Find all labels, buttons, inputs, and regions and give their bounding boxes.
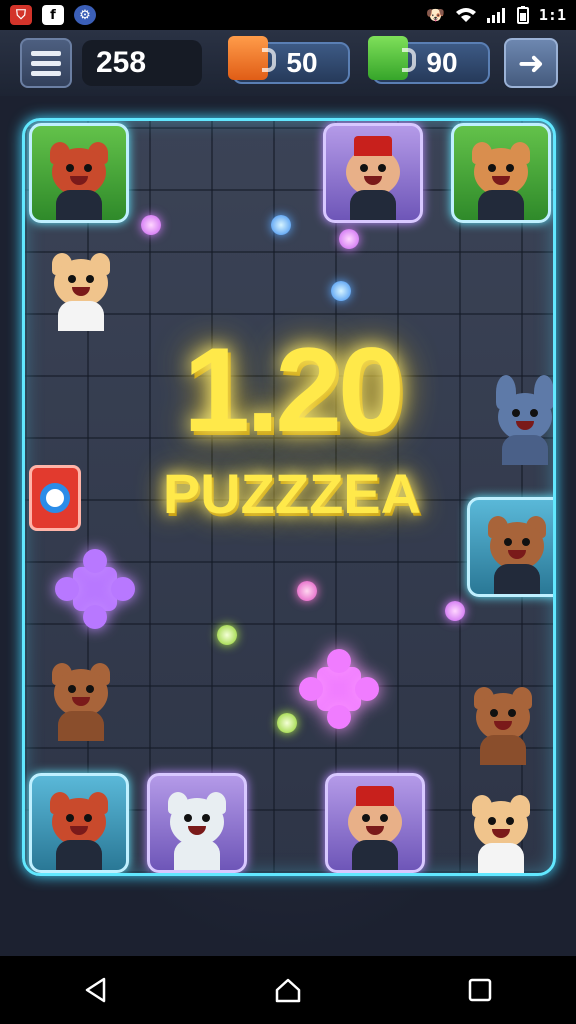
orb[interactable] bbox=[297, 581, 317, 601]
facebook-icon: f bbox=[42, 5, 64, 25]
nav-home-button[interactable] bbox=[264, 966, 312, 1014]
back-arrow-icon: ➜ bbox=[517, 44, 545, 82]
navigation-bar bbox=[0, 956, 576, 1024]
orb[interactable] bbox=[217, 625, 237, 645]
score-display: 258 bbox=[82, 40, 202, 86]
character-cream-cat[interactable] bbox=[451, 773, 551, 873]
character-blue-rabbit[interactable] bbox=[475, 365, 553, 465]
character-tile-fez-man[interactable] bbox=[323, 123, 423, 223]
wifi-icon bbox=[455, 8, 476, 22]
status-bar: ⛉ f ⚙ 🐶 1:1 bbox=[0, 0, 576, 30]
battery-icon bbox=[516, 6, 529, 24]
back-button[interactable]: ➜ bbox=[504, 38, 558, 88]
powerup-item[interactable] bbox=[29, 465, 81, 531]
app-icon: ⚙ bbox=[74, 5, 96, 25]
jigsaw-piece[interactable] bbox=[55, 549, 135, 629]
orange-cup-icon bbox=[228, 36, 276, 80]
signal-icon bbox=[486, 8, 505, 23]
jigsaw-piece[interactable] bbox=[299, 649, 379, 729]
character-cream-dog[interactable] bbox=[31, 231, 131, 331]
nav-home-icon bbox=[275, 978, 301, 1003]
nav-recents-icon bbox=[468, 978, 492, 1002]
hamburger-icon bbox=[31, 50, 61, 56]
game-area: 1.20 PUZZZEA bbox=[0, 96, 576, 956]
character-tile-torch-bear[interactable] bbox=[467, 497, 553, 597]
menu-button[interactable] bbox=[20, 38, 72, 88]
character-tile-tan-bear[interactable] bbox=[451, 123, 551, 223]
nav-back-button[interactable] bbox=[72, 966, 120, 1014]
puzzle-board[interactable]: 1.20 PUZZZEA bbox=[22, 118, 556, 876]
character-tile-white-cat[interactable] bbox=[147, 773, 247, 873]
powerup-icon bbox=[40, 483, 70, 513]
orb[interactable] bbox=[271, 215, 291, 235]
character-tile-fez-man-bottom[interactable] bbox=[325, 773, 425, 873]
orb[interactable] bbox=[141, 215, 161, 235]
character-brown-bear-left[interactable] bbox=[31, 641, 131, 741]
character-tile-red-bear-bottom[interactable] bbox=[29, 773, 129, 873]
nav-recents-button[interactable] bbox=[456, 966, 504, 1014]
top-hud: 258 50 90 ➜ bbox=[0, 30, 576, 96]
shield-icon: ⛉ bbox=[10, 5, 32, 25]
dog-notification-icon: 🐶 bbox=[426, 6, 445, 24]
orb[interactable] bbox=[445, 601, 465, 621]
clock: 1:1 bbox=[538, 6, 566, 24]
orb[interactable] bbox=[331, 281, 351, 301]
orb[interactable] bbox=[339, 229, 359, 249]
character-tile-red-bear[interactable] bbox=[29, 123, 129, 223]
orb[interactable] bbox=[277, 713, 297, 733]
nav-back-icon bbox=[85, 977, 106, 1003]
green-cup-icon bbox=[368, 36, 416, 80]
character-brown-bear-right[interactable] bbox=[453, 665, 553, 765]
